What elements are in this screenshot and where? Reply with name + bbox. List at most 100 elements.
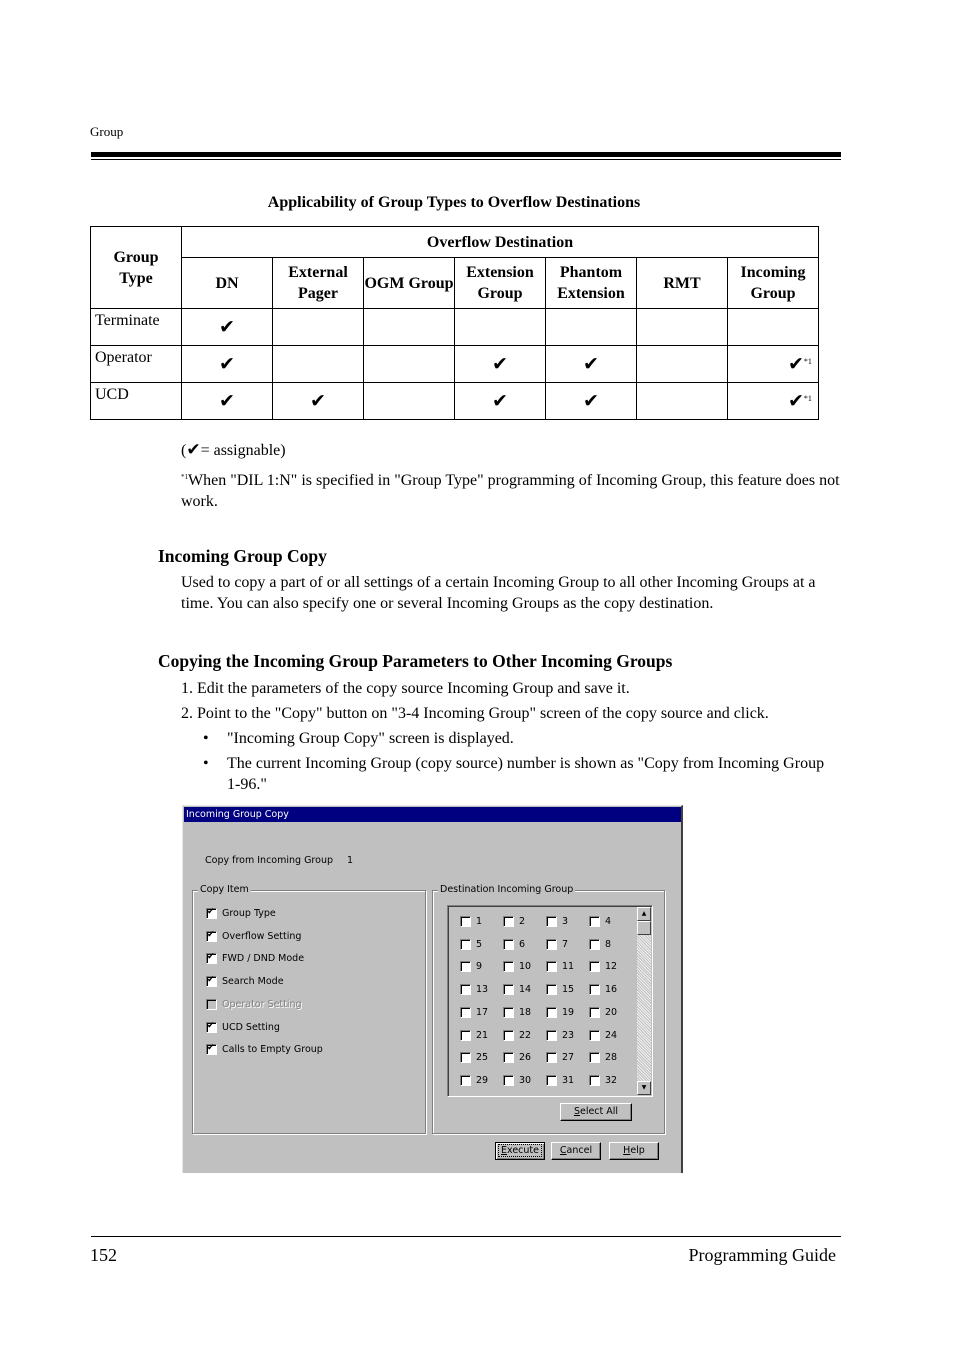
checkbox-unchecked-icon[interactable] — [546, 984, 557, 996]
destination-checkbox[interactable]: 7 — [546, 938, 568, 951]
destination-scrollbar[interactable]: ▲ ▼ — [637, 907, 651, 1095]
copy-item-label: Copy Item — [198, 884, 251, 895]
destination-checkbox[interactable]: 14 — [503, 984, 531, 996]
table-cell — [363, 308, 455, 346]
checkbox-checked-icon[interactable] — [206, 908, 217, 919]
overflow-table: Group Type Overflow Destination DN Extern… — [90, 226, 819, 420]
copy-item-checkbox[interactable]: FWD / DND Mode — [206, 953, 304, 965]
checkbox-unchecked-icon[interactable] — [503, 916, 514, 927]
destination-checkbox[interactable]: 12 — [589, 961, 617, 973]
destination-checkbox[interactable]: 26 — [503, 1052, 531, 1064]
checkbox-unchecked-icon[interactable] — [460, 1074, 471, 1086]
destination-checkbox[interactable]: 13 — [460, 984, 488, 996]
checkbox-unchecked-icon[interactable] — [503, 1074, 514, 1086]
destination-checkbox[interactable]: 17 — [460, 1006, 488, 1019]
destination-number: 31 — [562, 1074, 575, 1086]
checkbox-unchecked-icon[interactable] — [589, 1074, 600, 1086]
checkbox-unchecked-icon[interactable] — [589, 938, 600, 950]
checkbox-unchecked-icon[interactable] — [460, 961, 471, 973]
checkbox-unchecked-icon[interactable] — [460, 1006, 471, 1018]
scroll-thumb[interactable] — [637, 921, 651, 935]
destination-number: 6 — [519, 938, 526, 950]
checkbox-unchecked-icon[interactable] — [546, 961, 557, 973]
cancel-button[interactable]: Cancel — [551, 1142, 601, 1160]
checkbox-unchecked-icon[interactable] — [503, 1006, 514, 1018]
checkbox-unchecked-icon[interactable] — [503, 1029, 514, 1041]
destination-checkbox[interactable]: 9 — [460, 961, 482, 973]
select-all-button[interactable]: Select All — [560, 1103, 632, 1121]
checkbox-unchecked-icon[interactable] — [460, 1029, 471, 1041]
destination-checkbox[interactable]: 25 — [460, 1052, 488, 1064]
checkbox-checked-icon[interactable] — [206, 1044, 217, 1056]
destination-checkbox[interactable]: 1 — [460, 916, 482, 928]
row-label: UCD — [90, 382, 182, 420]
scroll-up-icon[interactable]: ▲ — [637, 907, 651, 921]
table-title: Applicability of Group Types to Overflow… — [267, 194, 641, 211]
checkbox-unchecked-icon[interactable] — [589, 916, 600, 927]
page-number: 152 — [90, 1245, 117, 1265]
destination-checkbox[interactable]: 5 — [460, 938, 482, 951]
legend: (✔= assignable) — [181, 440, 286, 460]
destination-checkbox[interactable]: 16 — [589, 984, 617, 996]
copy-item-checkbox[interactable]: Calls to Empty Group — [206, 1044, 323, 1056]
checkbox-unchecked-icon[interactable] — [546, 1052, 557, 1064]
checkbox-checked-icon[interactable] — [206, 1021, 217, 1033]
checkbox-unchecked-icon[interactable] — [460, 916, 471, 927]
checkbox-unchecked-icon[interactable] — [546, 938, 557, 950]
checkbox-unchecked-icon[interactable] — [546, 916, 557, 927]
copy-item-checkbox[interactable]: Group Type — [206, 908, 276, 920]
checkbox-unchecked-icon[interactable] — [589, 984, 600, 996]
copy-item-checkbox[interactable]: Search Mode — [206, 976, 284, 988]
destination-checkbox[interactable]: 2 — [503, 916, 525, 928]
destination-checkbox[interactable]: 27 — [546, 1052, 574, 1064]
execute-button[interactable]: Execute — [495, 1142, 545, 1160]
overflow-destination-header: Overflow Destination — [181, 226, 819, 258]
destination-checkbox[interactable]: 24 — [589, 1029, 617, 1042]
checkbox-unchecked-icon[interactable] — [546, 1029, 557, 1041]
checkbox-unchecked-icon[interactable] — [589, 1006, 600, 1018]
checkbox-unchecked-icon[interactable] — [589, 1052, 600, 1064]
destination-checkbox[interactable]: 4 — [589, 916, 611, 928]
destination-listbox[interactable]: 1 2 3 4 5 6 7 8 9 10 11 12 13 14 15 16 17 18 19 20 21 22 23 24 2… — [447, 905, 653, 1097]
help-button[interactable]: Help — [609, 1142, 659, 1160]
checkbox-unchecked-icon[interactable] — [503, 961, 514, 973]
destination-checkbox[interactable]: 8 — [589, 938, 611, 951]
copy-item-checkbox[interactable]: Overflow Setting — [206, 930, 301, 943]
destination-checkbox[interactable]: 23 — [546, 1029, 574, 1042]
checkbox-unchecked-icon[interactable] — [503, 938, 514, 950]
destination-checkbox[interactable]: 20 — [589, 1006, 617, 1019]
table-cell — [636, 308, 728, 346]
destination-checkbox[interactable]: 32 — [589, 1074, 617, 1087]
destination-number: 18 — [519, 1006, 532, 1018]
checkbox-unchecked-icon[interactable] — [460, 984, 471, 996]
destination-checkbox[interactable]: 6 — [503, 938, 526, 951]
group-type-header: Group Type — [90, 226, 182, 309]
copy-item-checkbox: Operator Setting — [206, 998, 302, 1011]
checkbox-unchecked-icon[interactable] — [503, 984, 514, 996]
destination-checkbox[interactable]: 19 — [546, 1006, 574, 1019]
checkbox-checked-icon[interactable] — [206, 953, 217, 965]
destination-checkbox[interactable]: 3 — [546, 916, 568, 928]
copy-item-checkbox[interactable]: UCD Setting — [206, 1021, 280, 1034]
checkbox-unchecked-icon[interactable] — [460, 938, 471, 950]
destination-checkbox[interactable]: 29 — [460, 1074, 488, 1087]
destination-checkbox[interactable]: 21 — [460, 1029, 488, 1042]
checkbox-unchecked-icon[interactable] — [546, 1006, 557, 1018]
checkbox-unchecked-icon[interactable] — [503, 1052, 514, 1064]
destination-checkbox[interactable]: 28 — [589, 1052, 617, 1064]
table-cell: ✔ — [181, 382, 273, 420]
checkbox-unchecked-icon[interactable] — [460, 1052, 471, 1064]
checkbox-checked-icon[interactable] — [206, 976, 217, 988]
checkbox-unchecked-icon[interactable] — [589, 961, 600, 973]
checkbox-unchecked-icon[interactable] — [546, 1074, 557, 1086]
destination-checkbox[interactable]: 15 — [546, 984, 574, 996]
destination-checkbox[interactable]: 18 — [503, 1006, 532, 1019]
destination-checkbox[interactable]: 11 — [546, 961, 574, 973]
destination-checkbox[interactable]: 10 — [503, 961, 531, 973]
checkbox-unchecked-icon[interactable] — [589, 1029, 600, 1041]
checkbox-checked-icon[interactable] — [206, 930, 217, 942]
destination-checkbox[interactable]: 30 — [503, 1074, 531, 1087]
scroll-down-icon[interactable]: ▼ — [637, 1081, 651, 1095]
destination-checkbox[interactable]: 31 — [546, 1074, 575, 1087]
destination-checkbox[interactable]: 22 — [503, 1029, 531, 1042]
